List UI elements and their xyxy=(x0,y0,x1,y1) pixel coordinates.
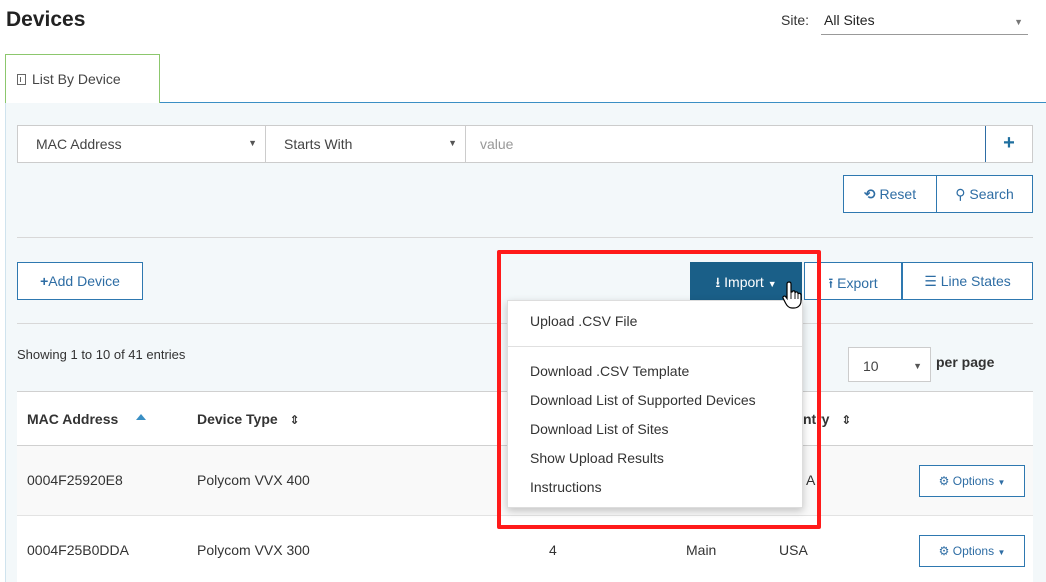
line-states-label: Line States xyxy=(940,273,1011,289)
gear-icon: ⚙ xyxy=(938,474,950,488)
site-label: Site: xyxy=(781,12,810,28)
filter-operator-select[interactable]: Starts With ▼ xyxy=(266,126,466,162)
reset-label: Reset xyxy=(879,186,917,202)
filter-bar: MAC Address ▼ Starts With ▼ value + xyxy=(17,125,1033,163)
highlight-box xyxy=(497,250,821,529)
divider xyxy=(17,237,1033,238)
device-icon xyxy=(17,74,26,85)
cell-mac: 0004F25920E8 xyxy=(27,472,123,488)
cell-site: Main xyxy=(686,542,717,558)
cell-mac: 0004F25B0DDA xyxy=(27,542,129,558)
sort-icon: ⇕ xyxy=(841,413,852,427)
add-filter-button[interactable]: + xyxy=(985,126,1032,162)
search-button[interactable]: ⚲ Search xyxy=(936,175,1033,213)
site-select[interactable]: All Sites ▼ xyxy=(821,8,1028,35)
search-label: Search xyxy=(969,186,1014,202)
caret-down-icon: ▼ xyxy=(997,548,1006,557)
filter-value-input[interactable]: value xyxy=(466,126,986,162)
cell-device-type: Polycom VVX 400 xyxy=(197,472,310,488)
tab-label: List By Device xyxy=(32,71,121,87)
export-label: Export xyxy=(837,275,878,291)
per-page-select[interactable]: 10 ▼ xyxy=(848,347,931,382)
add-device-label: Add Device xyxy=(48,273,120,289)
line-states-button[interactable]: ☰ Line States xyxy=(902,262,1033,300)
upload-icon: ⭱ xyxy=(828,275,834,291)
caret-down-icon: ▼ xyxy=(997,478,1006,487)
options-label: Options xyxy=(952,544,995,558)
column-header-mac[interactable]: MAC Address xyxy=(27,411,147,427)
chevron-down-icon: ▼ xyxy=(448,138,457,148)
options-button[interactable]: ⚙ Options ▼ xyxy=(919,535,1025,567)
filter-field-value: MAC Address xyxy=(36,136,122,152)
search-icon: ⚲ xyxy=(955,186,966,202)
add-device-button[interactable]: +Add Device xyxy=(17,262,143,300)
list-icon: ☰ xyxy=(924,273,937,289)
gear-icon: ⚙ xyxy=(938,544,950,558)
per-page-value: 10 xyxy=(863,358,879,374)
column-label: Device Type xyxy=(197,411,278,427)
options-label: Options xyxy=(952,474,995,488)
column-header-device-type[interactable]: Device Type ⇕ xyxy=(197,411,300,427)
chevron-down-icon: ▼ xyxy=(1014,17,1023,27)
per-page-label: per page xyxy=(936,354,995,370)
cell-device-type: Polycom VVX 300 xyxy=(197,542,310,558)
tab-list-by-device[interactable]: List By Device xyxy=(5,54,160,103)
cell-country: USA xyxy=(779,542,808,558)
site-select-value: All Sites xyxy=(824,12,875,28)
chevron-down-icon: ▼ xyxy=(913,361,922,371)
reset-button[interactable]: ⟲ Reset xyxy=(843,175,937,213)
sort-icon: ⇕ xyxy=(289,413,300,427)
column-label: MAC Address xyxy=(27,411,119,427)
filter-operator-value: Starts With xyxy=(284,136,353,152)
filter-field-select[interactable]: MAC Address ▼ xyxy=(18,126,266,162)
hand-cursor-icon xyxy=(782,281,802,309)
entries-info: Showing 1 to 10 of 41 entries xyxy=(17,347,186,362)
cell-value: 4 xyxy=(549,542,557,558)
chevron-down-icon: ▼ xyxy=(248,138,257,148)
page-title: Devices xyxy=(6,8,86,31)
reset-icon: ⟲ xyxy=(863,186,876,202)
sort-asc-icon xyxy=(136,414,147,420)
options-button[interactable]: ⚙ Options ▼ xyxy=(919,465,1025,497)
